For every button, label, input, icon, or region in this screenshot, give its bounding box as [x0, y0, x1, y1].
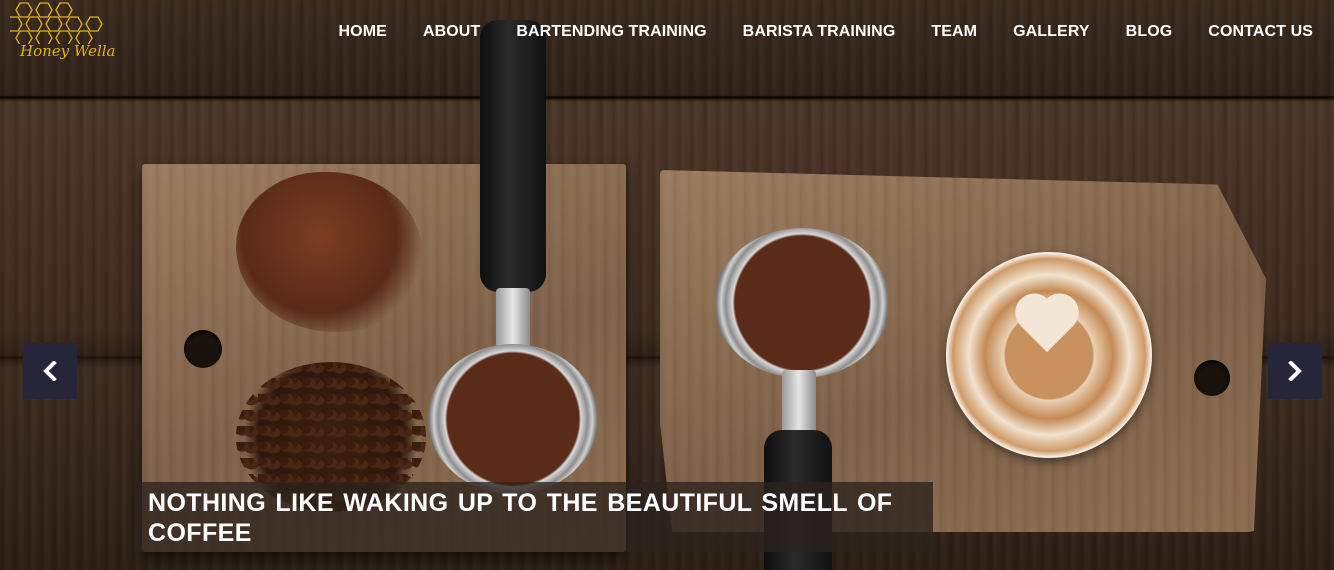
nav-link-bartending-training[interactable]: BARTENDING TRAINING: [498, 22, 724, 42]
nav-link-about[interactable]: ABOUT: [405, 22, 498, 42]
portafilter-neck: [496, 288, 530, 348]
nav-link-barista-training[interactable]: BARISTA TRAINING: [725, 22, 914, 42]
top-navigation: Honey Wella HOME ABOUT BARTENDING TRAINI…: [0, 0, 1334, 64]
nav-link-team[interactable]: TEAM: [913, 22, 995, 42]
portafilter-basket: [428, 344, 598, 494]
slider-prev-button[interactable]: [23, 343, 77, 399]
chevron-left-icon: [43, 361, 57, 381]
board-hole: [1194, 360, 1230, 396]
main-menu: HOME ABOUT BARTENDING TRAINING BARISTA T…: [321, 22, 1313, 42]
latte-heart: [1012, 296, 1082, 356]
nav-link-home[interactable]: HOME: [321, 22, 405, 42]
hero-slider: Honey Wella HOME ABOUT BARTENDING TRAINI…: [0, 0, 1334, 570]
nav-link-gallery[interactable]: GALLERY: [995, 22, 1108, 42]
board-hole: [184, 330, 222, 368]
portafilter-basket: [714, 228, 890, 378]
brand-name: Honey Wella: [20, 42, 116, 60]
nav-link-blog[interactable]: BLOG: [1108, 22, 1191, 42]
wood-plank-seam: [0, 96, 1334, 99]
portafilter-neck: [782, 370, 816, 434]
slider-next-button[interactable]: [1268, 343, 1322, 399]
slide-caption: NOTHING LIKE WAKING UP TO THE BEAUTIFUL …: [134, 482, 933, 552]
honeycomb-icon: [5, 2, 103, 46]
chevron-right-icon: [1288, 361, 1302, 381]
slide-caption-text: NOTHING LIKE WAKING UP TO THE BEAUTIFUL …: [148, 489, 893, 547]
nav-link-contact-us[interactable]: CONTACT US: [1190, 22, 1313, 42]
brand-logo[interactable]: Honey Wella: [5, 2, 124, 64]
